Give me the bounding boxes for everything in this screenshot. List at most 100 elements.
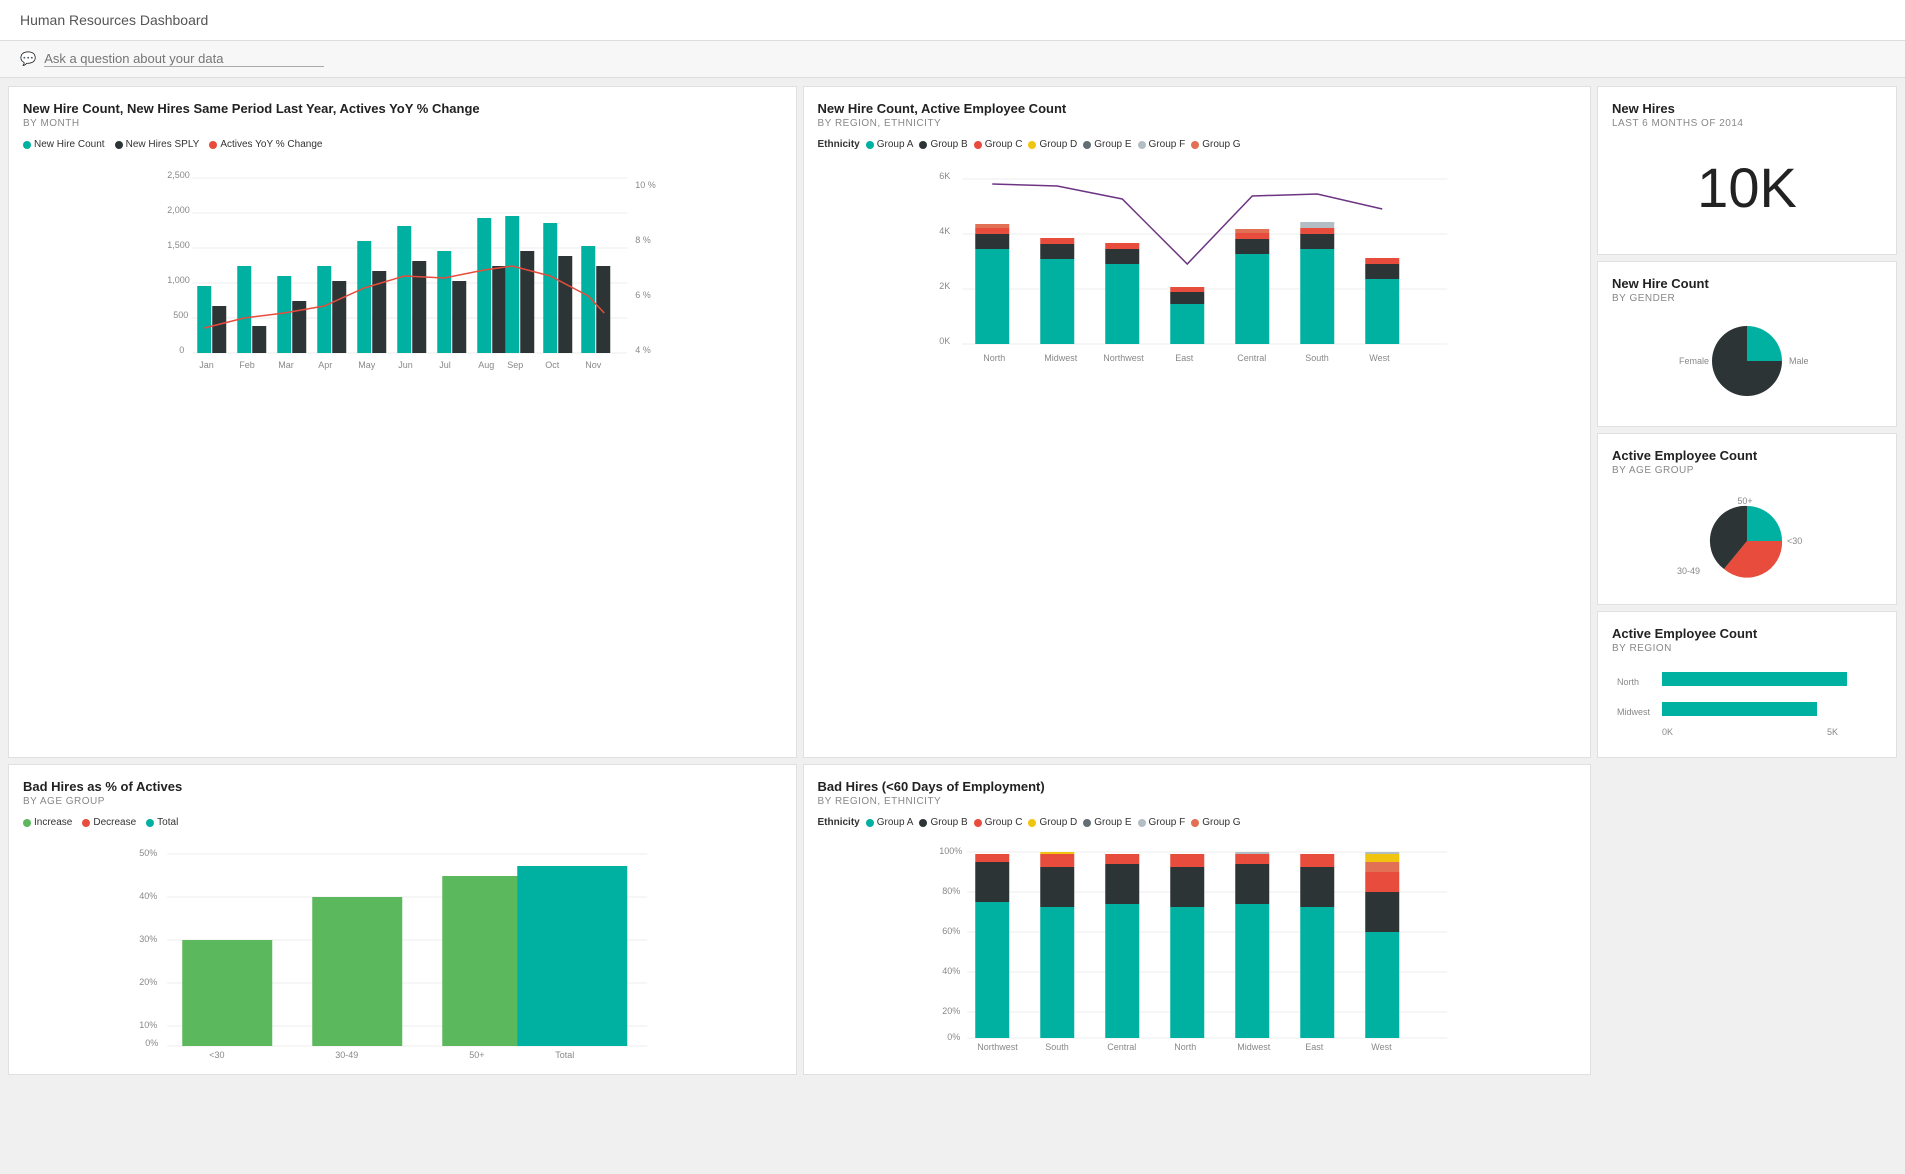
region-bar-chart: North Midwest 0K 5K: [1612, 660, 1882, 740]
svg-text:6K: 6K: [939, 171, 950, 181]
new-hires-total-title: New Hires: [1612, 101, 1882, 116]
svg-text:North: North: [1617, 677, 1639, 687]
page-title: Human Resources Dashboard: [20, 12, 208, 28]
new-hire-chart: 2,500 2,000 1,500 1,000 500 0 10 % 8 % 6…: [23, 158, 782, 378]
svg-text:6 %: 6 %: [635, 290, 651, 300]
svg-text:10%: 10%: [139, 1020, 157, 1030]
svg-text:1,000: 1,000: [167, 275, 190, 285]
bad-hires-percent-subtitle: BY AGE GROUP: [23, 796, 782, 807]
svg-text:Jan: Jan: [199, 360, 214, 370]
new-hire-count-subtitle: BY MONTH: [23, 118, 782, 129]
new-hire-gender-subtitle: BY GENDER: [1612, 293, 1882, 304]
new-hire-gender-card: New Hire Count BY GENDER Female Male: [1597, 261, 1897, 427]
svg-text:Jul: Jul: [439, 360, 451, 370]
svg-text:50+: 50+: [469, 1050, 484, 1060]
svg-text:May: May: [358, 360, 376, 370]
svg-text:10 %: 10 %: [635, 180, 656, 190]
svg-text:West: West: [1369, 353, 1390, 363]
svg-text:South: South: [1045, 1042, 1069, 1052]
svg-text:30%: 30%: [139, 934, 157, 944]
svg-text:Male: Male: [1789, 356, 1809, 366]
legend-decrease: Decrease: [82, 817, 136, 828]
new-hires-big-number: 10K: [1612, 135, 1882, 240]
bad-hires-days-card: Bad Hires (<60 Days of Employment) BY RE…: [803, 764, 1592, 1075]
bad-hires-days-title: Bad Hires (<60 Days of Employment): [818, 779, 1577, 794]
new-hire-legend: New Hire Count New Hires SPLY Actives Yo…: [23, 139, 782, 150]
svg-text:Female: Female: [1679, 356, 1709, 366]
active-employee-region-title: New Hire Count, Active Employee Count: [818, 101, 1577, 116]
page-header: Human Resources Dashboard: [0, 0, 1905, 41]
svg-text:Midwest: Midwest: [1044, 353, 1078, 363]
qa-bar[interactable]: 💬: [0, 41, 1905, 78]
svg-text:Feb: Feb: [239, 360, 255, 370]
svg-text:80%: 80%: [942, 886, 960, 896]
new-hires-total-card: New Hires LAST 6 MONTHS OF 2014 10K: [1597, 86, 1897, 255]
svg-text:40%: 40%: [942, 966, 960, 976]
increase-label: Increase: [34, 817, 72, 828]
svg-text:60%: 60%: [942, 926, 960, 936]
age-group-pie-chart: 50+ <30 30-49: [1667, 486, 1827, 586]
svg-text:0K: 0K: [939, 336, 950, 346]
svg-text:30-49: 30-49: [335, 1050, 358, 1060]
bad-hires-days-chart: 100% 80% 60% 40% 20% 0%: [818, 832, 1577, 1057]
right-column: New Hires LAST 6 MONTHS OF 2014 10K New …: [1597, 86, 1897, 758]
svg-text:4K: 4K: [939, 226, 950, 236]
active-employee-age-title: Active Employee Count: [1612, 448, 1882, 463]
svg-text:Jun: Jun: [398, 360, 413, 370]
region-ethnicity-chart: 6K 4K 2K 0K: [818, 154, 1577, 384]
legend-new-hire: New Hire Count: [23, 139, 105, 150]
svg-text:Midwest: Midwest: [1237, 1042, 1271, 1052]
legend-yoy: Actives YoY % Change: [209, 139, 322, 150]
ethnicity-label2: Ethnicity: [818, 817, 860, 828]
gender-pie-chart: Female Male: [1667, 316, 1827, 406]
svg-text:North: North: [1174, 1042, 1196, 1052]
svg-text:South: South: [1305, 353, 1329, 363]
svg-text:Mar: Mar: [278, 360, 294, 370]
legend-total: Total: [146, 817, 178, 828]
svg-text:Central: Central: [1107, 1042, 1136, 1052]
new-hire-gender-title: New Hire Count: [1612, 276, 1882, 291]
svg-text:Apr: Apr: [318, 360, 332, 370]
svg-text:Central: Central: [1237, 353, 1266, 363]
svg-text:Total: Total: [555, 1050, 574, 1060]
active-employee-region2-title: Active Employee Count: [1612, 626, 1882, 641]
svg-text:0: 0: [179, 345, 184, 355]
svg-text:40%: 40%: [139, 891, 157, 901]
qa-input[interactable]: [44, 51, 324, 67]
new-hires-total-subtitle: LAST 6 MONTHS OF 2014: [1612, 118, 1882, 129]
svg-text:Sep: Sep: [507, 360, 523, 370]
svg-text:30-49: 30-49: [1677, 566, 1700, 576]
svg-text:20%: 20%: [139, 977, 157, 987]
svg-text:0%: 0%: [145, 1038, 158, 1048]
dashboard: New Hire Count, New Hires Same Period La…: [0, 78, 1905, 1083]
bad-hires-legend: Increase Decrease Total: [23, 817, 782, 828]
active-employee-region-subtitle: BY REGION, ETHNICITY: [818, 118, 1577, 129]
bad-hires-percent-chart: 50% 40% 30% 20% 10% 0% <30 30-49 50+: [23, 836, 782, 1056]
bad-hires-percent-title: Bad Hires as % of Actives: [23, 779, 782, 794]
decrease-label: Decrease: [93, 817, 136, 828]
active-employee-region2-card: Active Employee Count BY REGION North Mi…: [1597, 611, 1897, 758]
chat-icon: 💬: [20, 51, 36, 67]
svg-text:2K: 2K: [939, 281, 950, 291]
bad-hires-days-subtitle: BY REGION, ETHNICITY: [818, 796, 1577, 807]
svg-text:0%: 0%: [947, 1032, 960, 1042]
svg-text:0K: 0K: [1662, 727, 1673, 737]
svg-text:2,000: 2,000: [167, 205, 190, 215]
svg-text:East: East: [1175, 353, 1194, 363]
svg-text:Northwest: Northwest: [1103, 353, 1144, 363]
svg-text:East: East: [1305, 1042, 1324, 1052]
svg-text:2,500: 2,500: [167, 170, 190, 180]
active-employee-region2-subtitle: BY REGION: [1612, 643, 1882, 654]
svg-text:8 %: 8 %: [635, 235, 651, 245]
svg-text:20%: 20%: [942, 1006, 960, 1016]
svg-text:50%: 50%: [139, 848, 157, 858]
svg-text:50+: 50+: [1737, 496, 1752, 506]
svg-text:4 %: 4 %: [635, 345, 651, 355]
svg-text:Northwest: Northwest: [977, 1042, 1018, 1052]
svg-text:Nov: Nov: [585, 360, 602, 370]
new-hire-count-title: New Hire Count, New Hires Same Period La…: [23, 101, 782, 116]
bad-hires-percent-card: Bad Hires as % of Actives BY AGE GROUP I…: [8, 764, 797, 1075]
svg-text:<30: <30: [209, 1050, 224, 1060]
active-employee-age-subtitle: BY AGE GROUP: [1612, 465, 1882, 476]
svg-text:<30: <30: [1787, 536, 1802, 546]
